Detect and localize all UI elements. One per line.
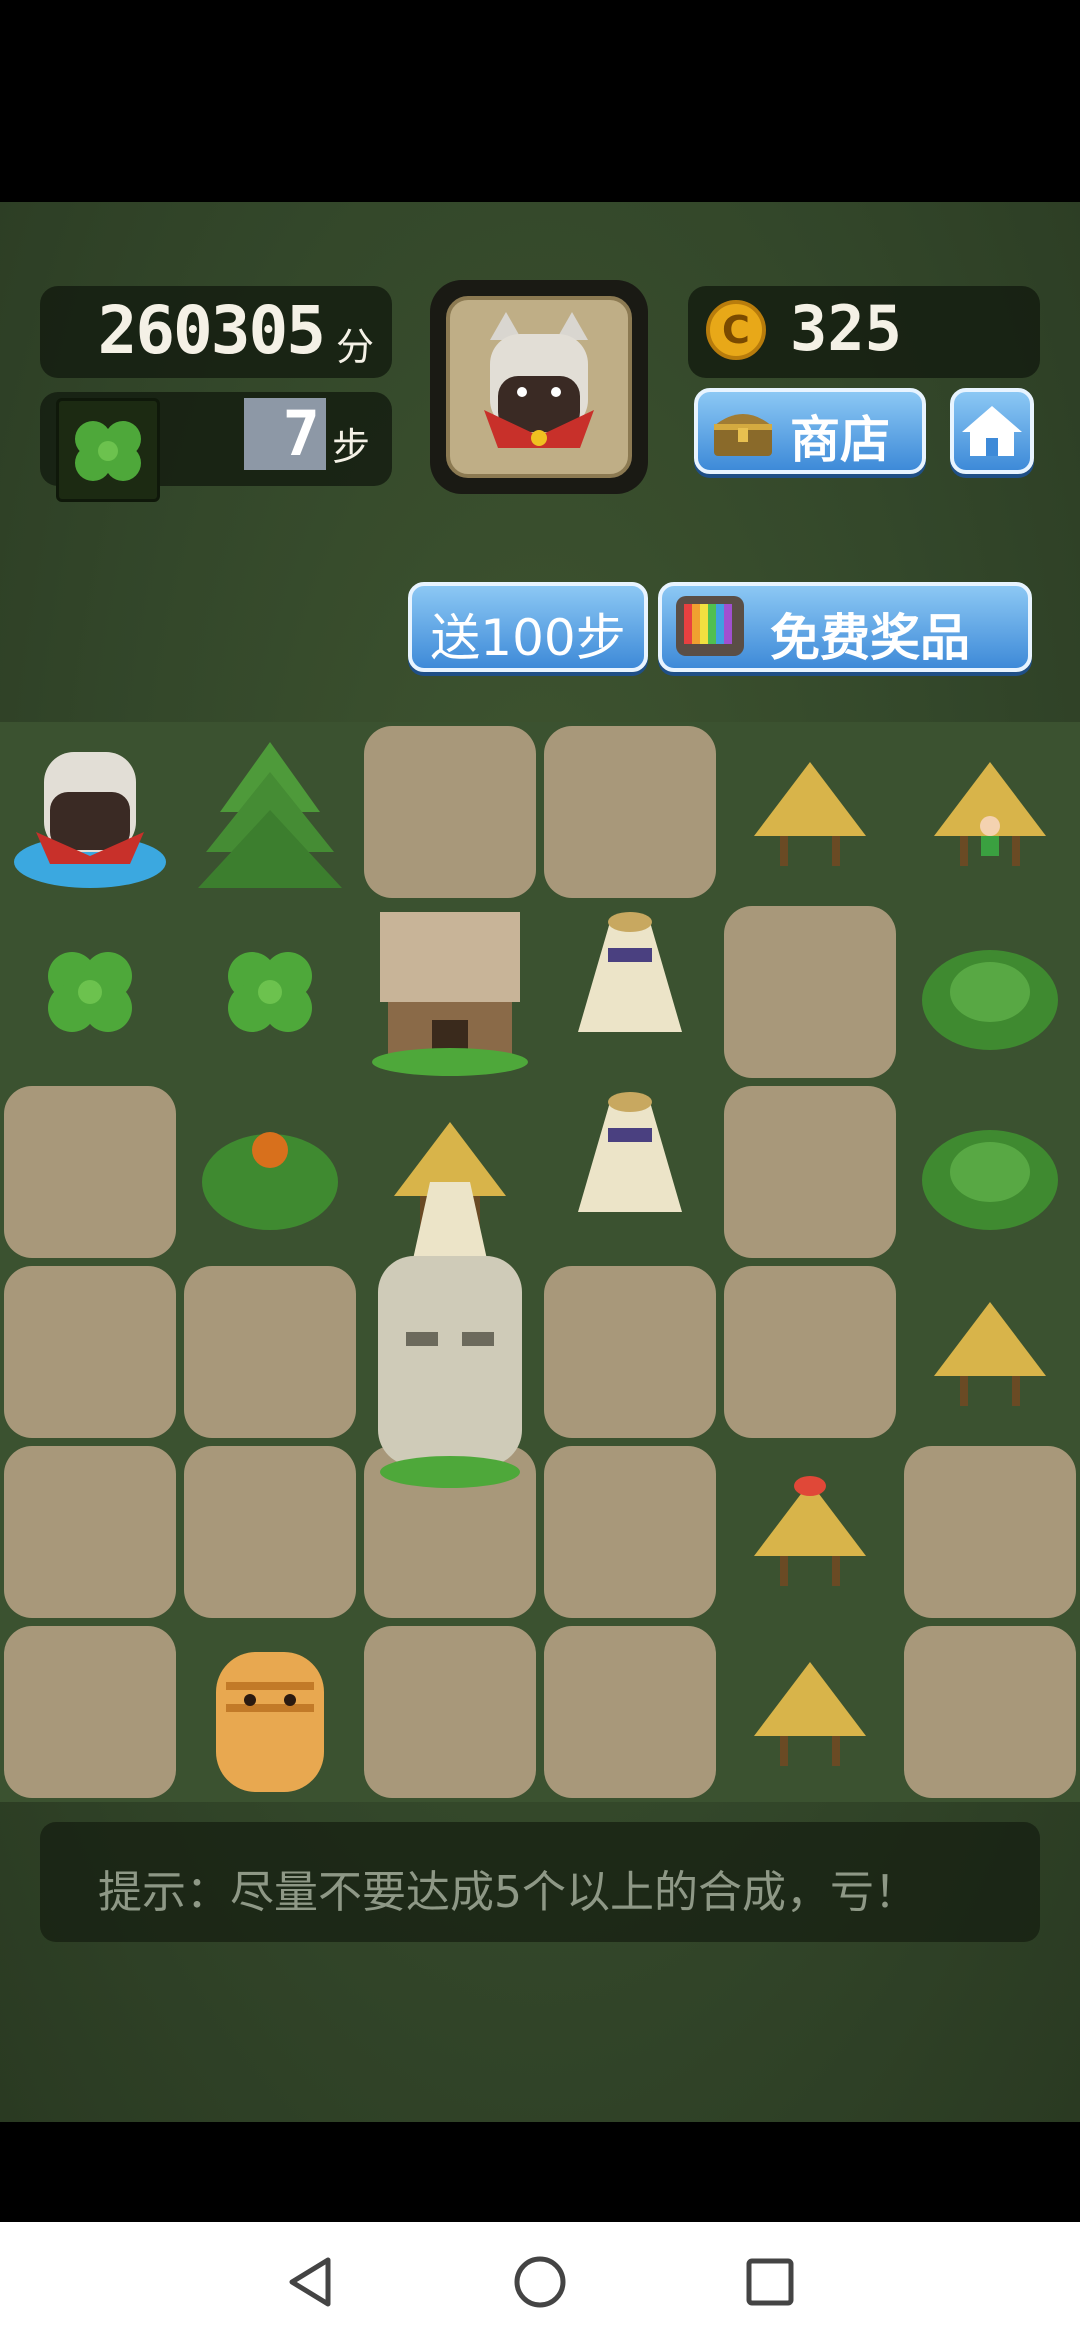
- back-icon[interactable]: [280, 2252, 340, 2312]
- free-prize-button[interactable]: 免费奖品: [658, 582, 1032, 672]
- hint-text: 提示：尽量不要达成5个以上的合成，亏！: [98, 1867, 918, 1918]
- path-tile: [184, 1266, 356, 1438]
- path-tile: [724, 1266, 896, 1438]
- next-piece-slot: [446, 296, 632, 478]
- score-unit: 分: [335, 325, 374, 369]
- clover-icon[interactable]: [228, 952, 312, 1032]
- recents-icon[interactable]: [740, 2252, 800, 2312]
- coin-panel: C 325: [688, 286, 1040, 378]
- path-tile: [4, 1446, 176, 1618]
- steps-value: 7: [244, 398, 326, 470]
- stash-slot[interactable]: [56, 398, 160, 502]
- tv-icon: [676, 596, 744, 656]
- home-icon: [962, 406, 1022, 456]
- free-prize-label: 免费奖品: [770, 609, 970, 667]
- shop-button[interactable]: 商店: [694, 388, 926, 474]
- score-value: 260305: [97, 292, 326, 369]
- steps-unit: 步: [332, 425, 371, 469]
- coin-value: 325: [790, 292, 902, 365]
- clover-icon[interactable]: [48, 952, 132, 1032]
- path-tile: [544, 1266, 716, 1438]
- bush-icon[interactable]: [922, 950, 1058, 1050]
- shop-label: 商店: [790, 411, 890, 469]
- cat-bear-icon: [484, 312, 594, 448]
- bush-icon[interactable]: [922, 1130, 1058, 1230]
- game-screen: 260305 分 7 步 C 325 商店 送100步 免费奖品 提示：尽量不要…: [0, 202, 1080, 2122]
- treasure-chest-icon: [714, 414, 772, 456]
- path-tile: [904, 1626, 1076, 1798]
- path-tile: [544, 726, 716, 898]
- home-nav-icon[interactable]: [510, 2252, 570, 2312]
- score-panel: 260305 分: [40, 286, 392, 378]
- path-tile: [364, 1626, 536, 1798]
- clover-icon: [75, 421, 141, 481]
- path-tile: [724, 906, 896, 1078]
- mansion-icon[interactable]: [372, 912, 528, 1076]
- next-piece-frame: [430, 280, 648, 494]
- path-tile: [544, 1446, 716, 1618]
- gift-steps-button[interactable]: 送100步: [408, 582, 648, 672]
- gift-steps-label: 送100步: [430, 609, 626, 667]
- coin-icon: C: [706, 300, 766, 360]
- game-board[interactable]: [0, 722, 1080, 1802]
- tiger-bear-icon[interactable]: [216, 1652, 324, 1792]
- path-tile: [4, 1266, 176, 1438]
- path-tile: [544, 1626, 716, 1798]
- path-tile: [4, 1086, 176, 1258]
- path-tile: [184, 1446, 356, 1618]
- steps-panel: 7 步: [40, 392, 392, 502]
- path-tile: [724, 1086, 896, 1258]
- hint-box: 提示：尽量不要达成5个以上的合成，亏！: [40, 1822, 1040, 1942]
- system-nav-bar: [0, 2222, 1080, 2340]
- home-button[interactable]: [950, 388, 1034, 474]
- path-tile: [364, 726, 536, 898]
- path-tile: [904, 1446, 1076, 1618]
- path-tile: [4, 1626, 176, 1798]
